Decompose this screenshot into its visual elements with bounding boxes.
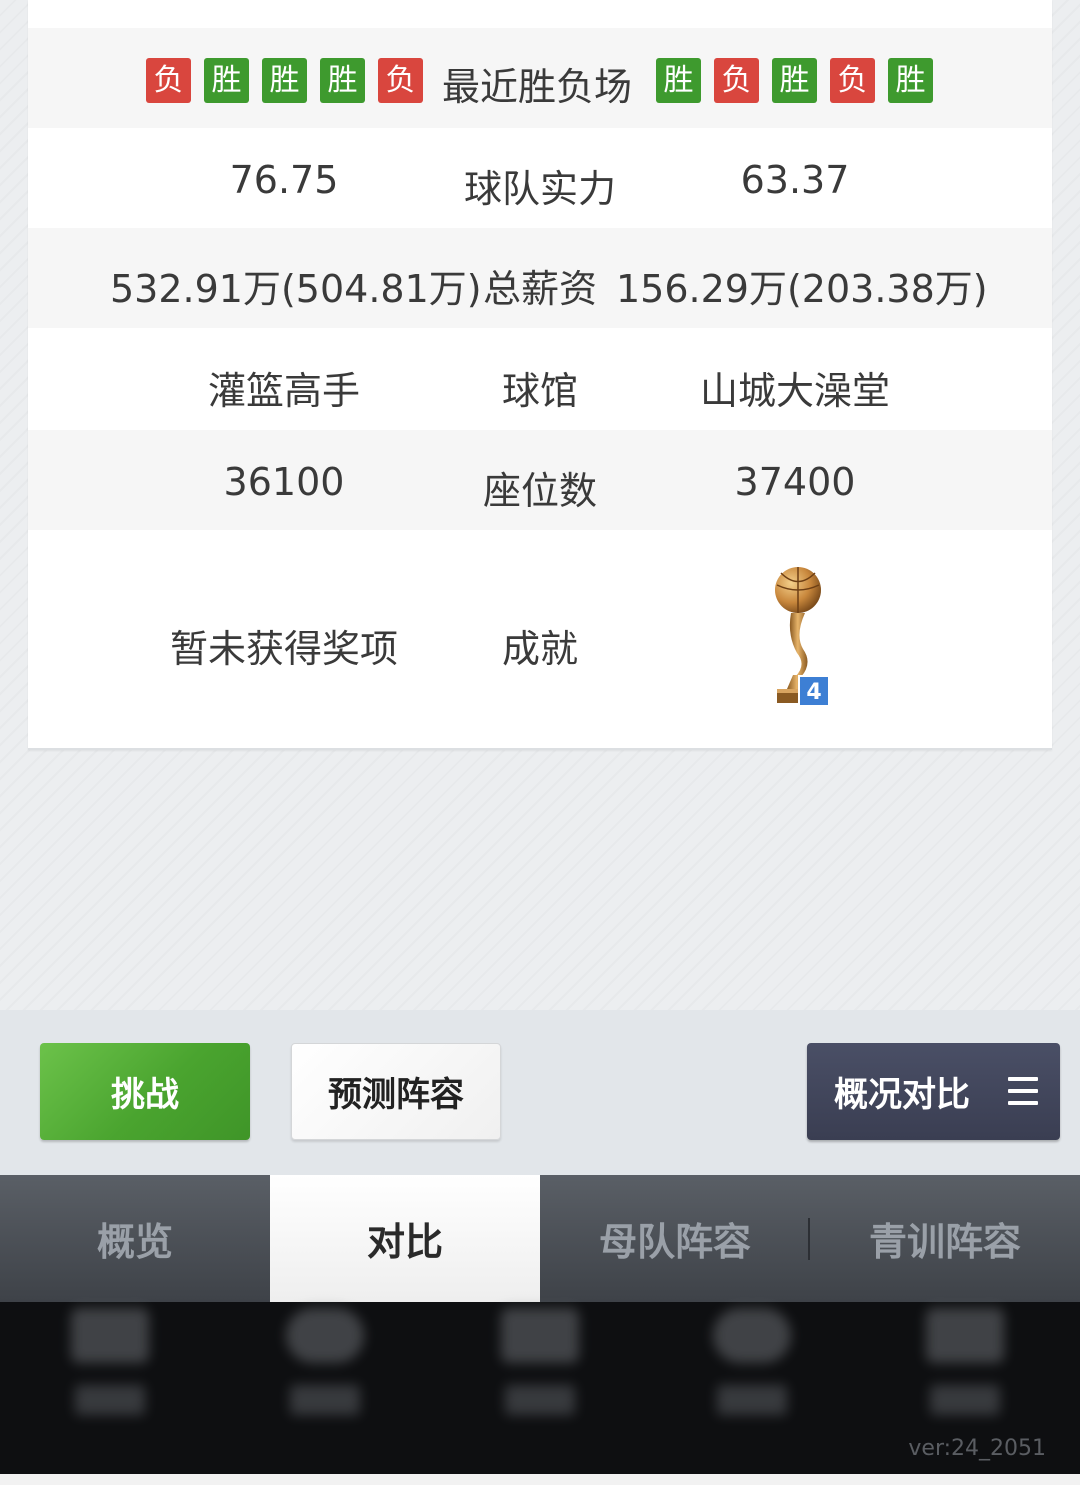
result-badge-loss: 负 [714,58,759,103]
comparison-card: 负胜胜胜负 最近胜负场 胜负胜负胜 76.75 球队实力 63.37 532.9… [28,0,1052,750]
bottom-nav-item[interactable] [70,1308,150,1415]
result-badge-loss: 负 [146,58,191,103]
recent-results-row: 负胜胜胜负 最近胜负场 胜负胜负胜 [28,28,1052,128]
result-badge-win: 胜 [320,58,365,103]
salary-label: 总薪资 [483,267,598,311]
bottom-nav-item[interactable] [500,1308,580,1415]
right-arena: 山城大澡堂 [699,369,890,413]
left-salary: 532.91万(504.81万) [110,267,482,311]
achievements-row: 暂未获得奖项 成就 [28,530,1052,748]
salary-row: 532.91万(504.81万) 总薪资 156.29万(203.38万) [28,228,1052,328]
challenge-button[interactable]: 挑战 [40,1043,250,1140]
predict-lineup-button[interactable]: 预测阵容 [291,1043,501,1140]
result-badge-win: 胜 [888,58,933,103]
bottom-edge [0,1474,1080,1485]
seats-label: 座位数 [482,469,597,513]
tab-bar: 概览 对比 母队阵容 青训阵容 [0,1175,1080,1302]
trophy-count-badge: 4 [798,675,830,707]
right-strength: 63.37 [740,158,850,202]
achievements-label: 成就 [501,627,578,671]
tab-divider [808,1218,810,1260]
tab-youth-roster[interactable]: 青训阵容 [810,1175,1080,1302]
overview-compare-button[interactable]: 概况对比 [807,1043,1060,1140]
result-badge-win: 胜 [262,58,307,103]
left-seats: 36100 [223,460,345,504]
result-badge-win: 胜 [772,58,817,103]
right-results: 胜负胜负胜 [656,56,946,103]
left-achievements: 暂未获得奖项 [169,627,398,671]
left-arena: 灌篮高手 [207,369,360,413]
bottom-nav-item[interactable] [285,1308,365,1415]
recent-results-label: 最近胜负场 [442,65,633,109]
overview-compare-label: 概况对比 [834,1075,970,1115]
arena-row: 灌篮高手 球馆 山城大澡堂 [28,328,1052,430]
result-badge-win: 胜 [656,58,701,103]
result-badge-loss: 负 [378,58,423,103]
strength-row: 76.75 球队实力 63.37 [28,128,1052,228]
right-salary: 156.29万(203.38万) [616,267,988,311]
tab-overview[interactable]: 概览 [0,1175,270,1302]
result-badge-win: 胜 [204,58,249,103]
bottom-nav-item[interactable] [925,1308,1005,1415]
tab-parent-roster[interactable]: 母队阵容 [540,1175,810,1302]
seats-row: 36100 座位数 37400 [28,430,1052,530]
version-label: ver:24_2051 [908,1436,1046,1461]
left-strength: 76.75 [229,158,339,202]
arena-label: 球馆 [501,369,578,413]
strength-label: 球队实力 [463,167,616,211]
result-badge-loss: 负 [830,58,875,103]
right-seats: 37400 [734,460,856,504]
tab-compare[interactable]: 对比 [270,1175,540,1302]
menu-icon [1008,1077,1038,1105]
bottom-nav-item[interactable] [712,1308,792,1415]
left-results: 负胜胜胜负 [146,56,436,103]
